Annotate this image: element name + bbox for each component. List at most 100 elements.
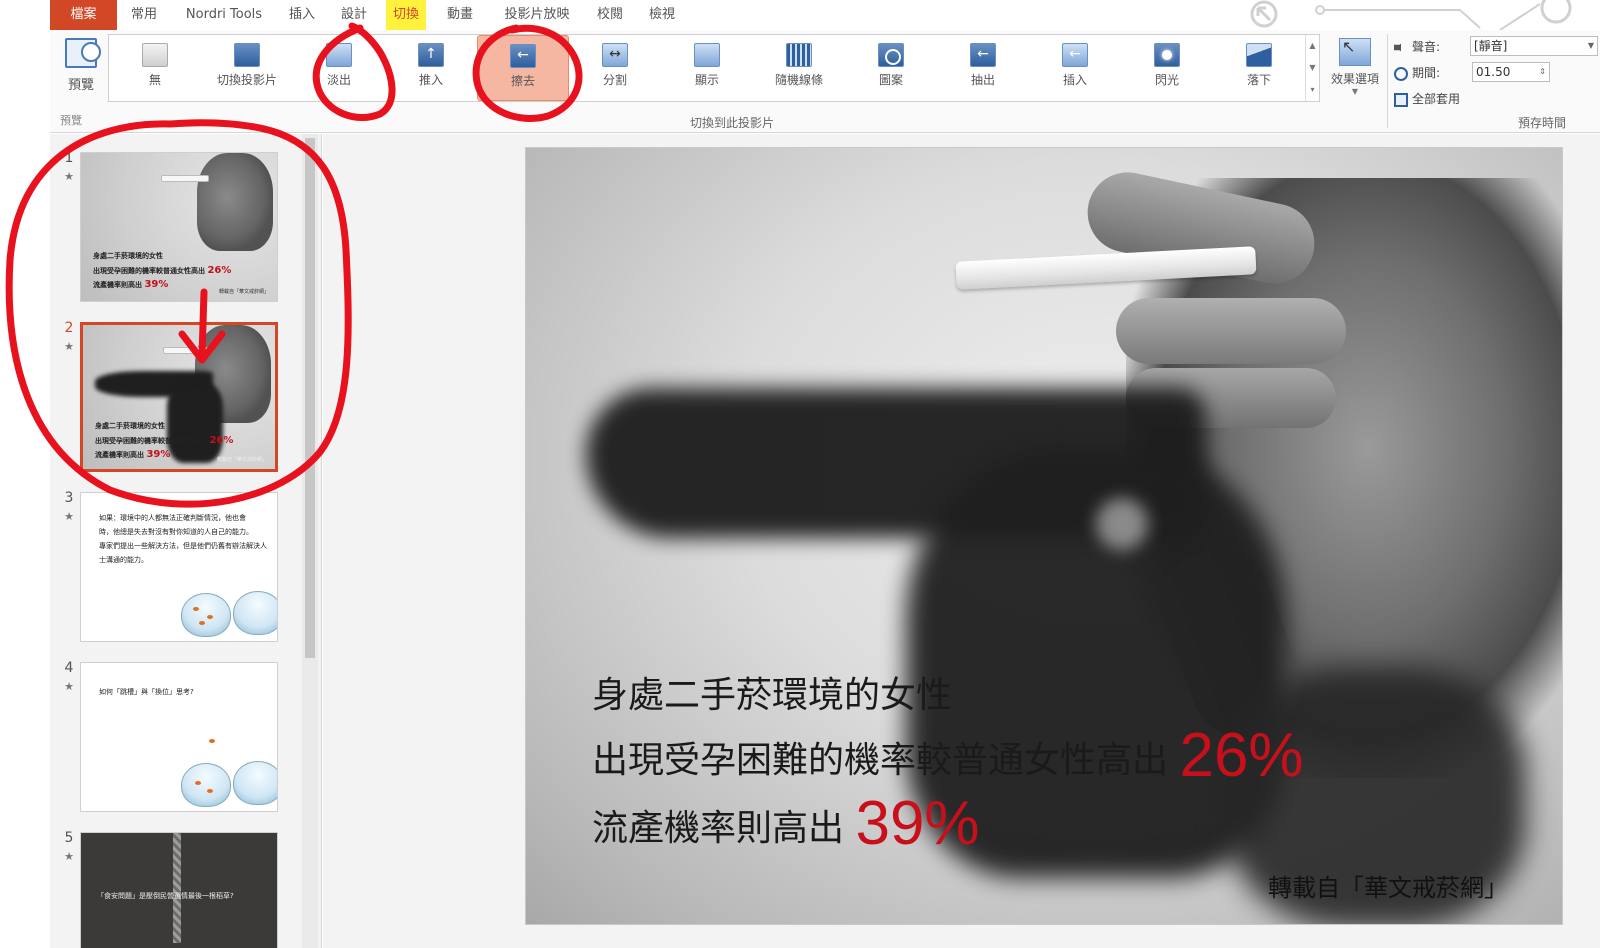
preview-label: 預覽 — [67, 78, 94, 93]
slide-number: 1 — [64, 150, 74, 166]
transition-fall[interactable]: 落下 — [1213, 35, 1305, 101]
thumb-cigarette — [161, 175, 209, 182]
slide-thumbnail-3[interactable]: 如果：環境中的人都無法正確判斷情況，他也會 時，他總是失去對沒有對你知道的人自己… — [80, 492, 278, 642]
thumb-text: 出現受孕困難的機率較普通女性高出 — [95, 437, 207, 445]
slide-source: 轉載自「華文戒菸網」 — [1268, 874, 1508, 902]
tab-transitions[interactable]: 切換 — [386, 0, 426, 30]
reveal-transition-icon — [694, 43, 720, 67]
flash-transition-icon — [1154, 43, 1180, 67]
apply-all-button[interactable]: 全部套用 — [1394, 88, 1460, 110]
thumb-text: 「食安問題」是壓倒民營選情最後一根稻草? — [97, 892, 234, 900]
transition-label: 隨機線條 — [774, 73, 823, 87]
cover-transition-icon — [1062, 43, 1088, 67]
slide-thumbnail-4[interactable]: 如何「跳槽」與「換位」思考? — [80, 662, 278, 812]
scrollbar-thumb[interactable] — [305, 138, 315, 658]
slide-text-line3: 流產機率則高出 39% — [592, 788, 980, 859]
slide-thumbnail-2[interactable]: 身處二手菸環境的女性 出現受孕困難的機率較普通女性高出 26% 流產機率則高出 … — [80, 322, 278, 472]
transition-star-icon: ★ — [64, 680, 74, 693]
slide-thumbnail-1[interactable]: 身處二手菸環境的女性 出現受孕困難的機率較普通女性高出 26% 流產機率則高出 … — [80, 152, 278, 302]
fish-image — [207, 615, 213, 619]
transition-label: 切換投影片 — [216, 73, 277, 87]
stepper-arrows-icon[interactable]: ⇕ — [1539, 63, 1546, 81]
effect-options-button[interactable]: 效果選項 ▼ — [1326, 36, 1384, 102]
slide-text: 出現受孕困難的機率較普通女性高出 — [592, 740, 1169, 781]
transition-label: 圖案 — [878, 73, 903, 87]
transition-reveal[interactable]: 顯示 — [661, 35, 753, 101]
timing-group-label: 預存時間 — [1518, 116, 1567, 130]
tab-view[interactable]: 檢視 — [642, 0, 682, 30]
preview-group-label: 預覽 — [60, 114, 82, 127]
transition-label: 顯示 — [694, 73, 719, 87]
transition-flash[interactable]: 閃光 — [1121, 35, 1213, 101]
gallery-more-icon[interactable]: ▾ — [1306, 79, 1319, 101]
transition-label: 淡出 — [326, 73, 351, 87]
scroll-down-icon[interactable]: ▼ — [1306, 57, 1319, 79]
thumbnail-scrollbar[interactable] — [302, 134, 318, 948]
transition-star-icon: ★ — [64, 850, 74, 863]
slide-number: 3 — [64, 490, 74, 506]
thumb-text: 流產機率則高出 — [93, 281, 142, 289]
tab-file[interactable]: 檔案 — [50, 0, 117, 30]
percent-26: 26% — [1179, 721, 1304, 790]
fishbowl-image — [233, 761, 277, 805]
apply-all-icon — [1394, 92, 1408, 107]
sound-dropdown[interactable]: [靜音] ▼ — [1470, 36, 1598, 56]
transition-shape[interactable]: 圖案 — [845, 35, 937, 101]
main-slide[interactable]: 身處二手菸環境的女性 出現受孕困難的機率較普通女性高出 26% 流產機率則高出 … — [525, 147, 1563, 925]
timing-group: 聲音: [靜音] ▼ 期間: 01.50 ⇕ 全部套用 — [1394, 34, 1600, 130]
transition-random-bars[interactable]: 隨機線條 — [753, 35, 845, 101]
tab-design[interactable]: 設計 — [334, 0, 374, 30]
thumb-percent: 39% — [146, 449, 171, 460]
speaker-icon — [1394, 40, 1406, 55]
duration-label: 期間: — [1412, 66, 1441, 80]
left-margin — [0, 0, 50, 948]
transition-group-label: 切換到此投影片 — [690, 116, 775, 130]
sound-label: 聲音: — [1412, 40, 1441, 54]
transition-label: 抽出 — [970, 73, 995, 87]
transition-label: 擦去 — [510, 74, 535, 88]
split-transition-icon — [602, 43, 628, 67]
transition-uncover[interactable]: 抽出 — [937, 35, 1029, 101]
fishbowl-image — [181, 593, 231, 637]
tab-home[interactable]: 常用 — [122, 0, 166, 30]
gallery-scroll[interactable]: ▲ ▼ ▾ — [1305, 35, 1319, 101]
transition-cut[interactable]: 切換投影片 — [201, 35, 293, 101]
transition-push[interactable]: 推入 — [385, 35, 477, 101]
transition-split[interactable]: 分割 — [569, 35, 661, 101]
thumb-text: 身處二手菸環境的女性 — [93, 252, 163, 260]
fall-transition-icon — [1246, 43, 1272, 67]
slide-number: 4 — [64, 660, 74, 676]
fishbowl-image — [233, 591, 277, 635]
preview-button[interactable]: 預覽 — [56, 36, 106, 116]
tab-insert[interactable]: 插入 — [282, 0, 322, 30]
scroll-up-icon[interactable]: ▲ — [1306, 35, 1319, 57]
gun-shadow-image — [1096, 498, 1148, 550]
sound-value: [靜音] — [1474, 39, 1508, 53]
duration-stepper[interactable]: 01.50 ⇕ — [1472, 62, 1550, 82]
transition-none[interactable]: 無 — [109, 35, 201, 101]
preview-icon — [65, 38, 101, 68]
thumb-percent: 39% — [144, 279, 169, 290]
tab-slide-show[interactable]: 投影片放映 — [494, 0, 580, 30]
push-transition-icon — [418, 43, 444, 67]
thumb-percent: 26% — [207, 265, 232, 276]
slide-thumbnail-5[interactable]: 「食安問題」是壓倒民營選情最後一根稻草? — [80, 832, 278, 948]
tab-animations[interactable]: 動畫 — [440, 0, 480, 30]
tab-review[interactable]: 校閱 — [590, 0, 630, 30]
thumb-text: 如何「跳槽」與「換位」思考? — [99, 688, 194, 696]
thumb-text: 流產機率則高出 — [95, 451, 144, 459]
transition-star-icon: ★ — [64, 510, 74, 523]
slide-number: 5 — [64, 830, 74, 846]
shape-transition-icon — [878, 43, 904, 67]
transition-cover[interactable]: 插入 — [1029, 35, 1121, 101]
slide-text: 流產機率則高出 — [592, 808, 845, 849]
tab-nordri-tools[interactable]: Nordri Tools — [174, 0, 274, 30]
none-transition-icon — [142, 43, 168, 67]
chevron-down-icon: ▼ — [1587, 41, 1594, 50]
fade-transition-icon — [326, 43, 352, 67]
transition-fade[interactable]: 淡出 — [293, 35, 385, 101]
fish-image — [199, 621, 205, 625]
transition-label: 推入 — [418, 73, 443, 87]
transition-wipe[interactable]: 擦去 — [477, 35, 569, 101]
circuit-decoration-icon — [1250, 0, 1572, 30]
